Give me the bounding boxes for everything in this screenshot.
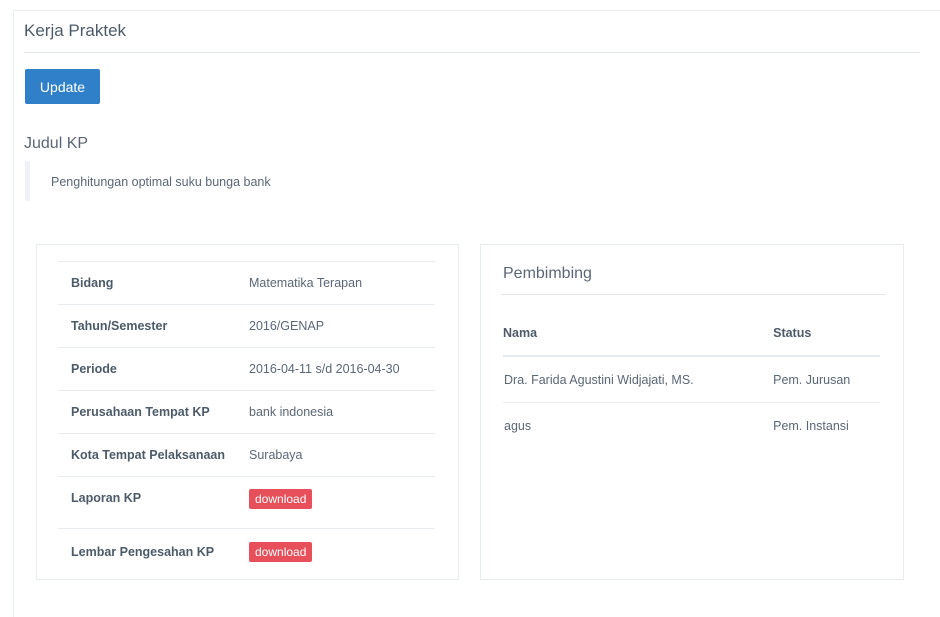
judul-blockquote: Penghitungan optimal suku bunga bank bbox=[25, 161, 475, 201]
judul-heading: Judul KP bbox=[24, 135, 89, 152]
pembimbing-status: Pem. Instansi bbox=[773, 418, 849, 433]
table-row: agus Pem. Instansi bbox=[503, 403, 880, 449]
table-row: Bidang Matematika Terapan bbox=[58, 261, 435, 305]
laporan-download-button[interactable]: download bbox=[249, 489, 313, 509]
pembimbing-nama: Dra. Farida Agustini Widjajati, MS. bbox=[503, 356, 749, 403]
table-header-row: Nama Status bbox=[503, 311, 880, 357]
table-row: Laporan KP download bbox=[58, 476, 435, 529]
info-label: Perusahaan Tempat KP bbox=[58, 390, 241, 434]
info-value: bank indonesia bbox=[241, 390, 435, 434]
pembimbing-title: Pembimbing bbox=[503, 265, 592, 282]
column-header-nama: Nama bbox=[503, 311, 749, 357]
pembimbing-table: Nama Status Dra. Farida Agustini Widjaja… bbox=[503, 311, 880, 448]
info-value: 2016-04-11 s/d 2016-04-30 bbox=[241, 347, 435, 391]
pembimbing-status: Pem. Jurusan bbox=[748, 356, 880, 403]
table-row: Perusahaan Tempat KP bank indonesia bbox=[58, 390, 435, 434]
info-value: 2016/GENAP bbox=[241, 304, 435, 348]
info-label: Kota Tempat Pelaksanaan bbox=[58, 433, 241, 477]
table-row: Periode 2016-04-11 s/d 2016-04-30 bbox=[58, 347, 435, 391]
judul-text: Penghitungan optimal suku bunga bank bbox=[51, 175, 271, 189]
info-value: Matematika Terapan bbox=[241, 261, 435, 305]
pembimbing-nama: agus bbox=[504, 418, 532, 433]
info-value: Surabaya bbox=[241, 433, 435, 477]
table-row: Lembar Pengesahan KP download bbox=[58, 528, 435, 576]
title-divider bbox=[24, 52, 920, 53]
info-table: Bidang Matematika Terapan Tahun/Semester… bbox=[58, 261, 435, 576]
page-title: Kerja Praktek bbox=[24, 21, 127, 40]
info-label: Lembar Pengesahan KP bbox=[58, 528, 241, 576]
table-row: Kota Tempat Pelaksanaan Surabaya bbox=[58, 433, 435, 477]
table-row: Dra. Farida Agustini Widjajati, MS. Pem.… bbox=[503, 356, 880, 403]
column-header-status: Status bbox=[748, 311, 880, 357]
info-label: Tahun/Semester bbox=[58, 304, 241, 348]
pengesahan-download-button[interactable]: download bbox=[249, 542, 313, 563]
table-row: Tahun/Semester 2016/GENAP bbox=[58, 304, 435, 348]
pembimbing-divider bbox=[501, 294, 886, 295]
info-panel: Bidang Matematika Terapan Tahun/Semester… bbox=[36, 244, 459, 580]
info-label: Periode bbox=[58, 347, 241, 391]
info-label: Bidang bbox=[58, 261, 241, 305]
pembimbing-panel: Pembimbing Nama Status Dra. Farida Agust… bbox=[480, 244, 904, 580]
info-label: Laporan KP bbox=[58, 476, 241, 529]
update-button[interactable]: Update bbox=[25, 69, 100, 104]
